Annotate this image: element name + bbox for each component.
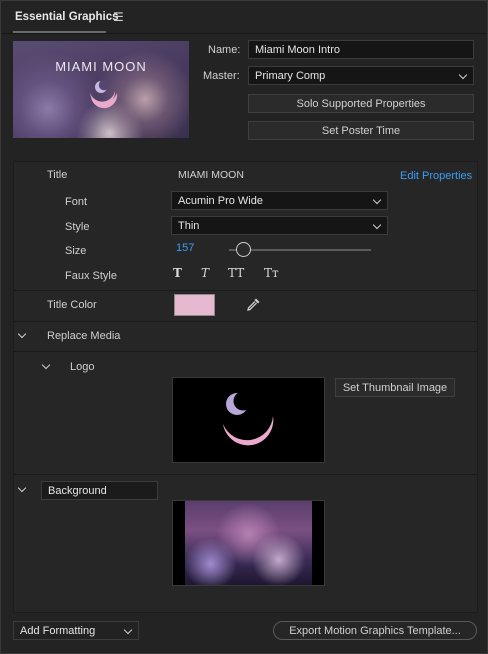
- panel-header: Essential Graphics ☰: [1, 1, 487, 34]
- divider: [14, 351, 477, 352]
- poster-title-text: MIAMI MOON: [55, 59, 147, 74]
- size-label: Size: [65, 245, 87, 257]
- moon-logo-icon: [90, 79, 118, 109]
- background-media-thumbnail[interactable]: [172, 500, 325, 586]
- essential-graphics-panel: Essential Graphics ☰ MIAMI MOON Name: Mi…: [0, 0, 488, 654]
- set-poster-time-button[interactable]: Set Poster Time: [248, 121, 474, 140]
- style-dropdown[interactable]: Thin: [171, 216, 388, 235]
- title-color-label: Title Color: [47, 299, 97, 311]
- divider: [14, 290, 477, 291]
- size-value[interactable]: 157: [176, 242, 194, 254]
- style-label: Style: [65, 221, 90, 233]
- poster-frame-thumbnail: MIAMI MOON: [13, 41, 189, 138]
- faux-style-label: Faux Style: [65, 270, 117, 282]
- divider: [14, 321, 477, 322]
- add-formatting-dropdown[interactable]: Add Formatting: [13, 621, 139, 640]
- name-field[interactable]: Miami Moon Intro: [248, 40, 474, 59]
- solo-supported-properties-button[interactable]: Solo Supported Properties: [248, 94, 474, 113]
- name-label: Name:: [208, 44, 241, 56]
- logo-label: Logo: [70, 361, 95, 373]
- size-slider-knob[interactable]: [236, 242, 251, 257]
- all-caps-button[interactable]: TT: [228, 266, 244, 280]
- title-color-swatch[interactable]: [174, 294, 215, 316]
- font-label: Font: [65, 196, 88, 208]
- hamburger-menu-icon[interactable]: ☰: [113, 10, 124, 24]
- title-text-value: MIAMI MOON: [178, 169, 244, 181]
- master-label: Master:: [203, 70, 240, 82]
- moon-logo-icon: [221, 391, 274, 446]
- faux-italic-button[interactable]: T: [201, 266, 209, 280]
- font-dropdown[interactable]: Acumin Pro Wide: [171, 191, 388, 210]
- master-dropdown[interactable]: Primary Comp: [248, 66, 474, 85]
- replace-media-label: Replace Media: [47, 330, 121, 342]
- divider: [14, 474, 477, 475]
- title-label: Title: [47, 169, 68, 181]
- edit-properties-link[interactable]: Edit Properties: [400, 170, 472, 182]
- small-caps-button[interactable]: Tт: [264, 266, 279, 280]
- active-tab-indicator: [13, 31, 106, 33]
- logo-media-thumbnail[interactable]: [172, 377, 325, 463]
- background-name-field[interactable]: Background: [41, 481, 158, 500]
- faux-bold-button[interactable]: T: [173, 266, 182, 280]
- set-thumbnail-image-button[interactable]: Set Thumbnail Image: [335, 378, 455, 397]
- panel-title[interactable]: Essential Graphics: [15, 11, 119, 23]
- eyedropper-icon[interactable]: [246, 297, 261, 312]
- export-motion-graphics-template-button[interactable]: Export Motion Graphics Template...: [273, 621, 477, 640]
